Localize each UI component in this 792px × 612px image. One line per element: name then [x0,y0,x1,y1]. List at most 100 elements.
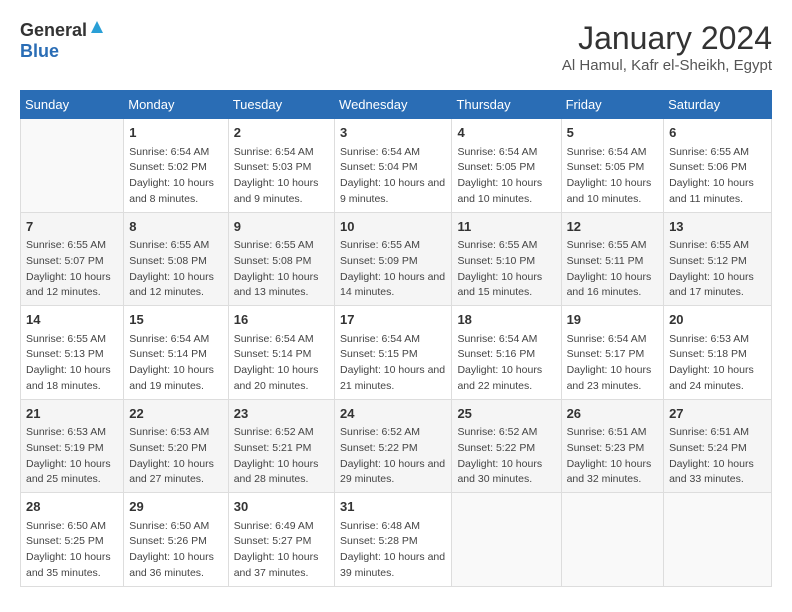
day-cell: 10Sunrise: 6:55 AMSunset: 5:09 PMDayligh… [335,212,452,306]
col-friday: Friday [561,91,664,119]
day-cell: 5Sunrise: 6:54 AMSunset: 5:05 PMDaylight… [561,119,664,213]
day-number: 23 [234,404,329,424]
day-cell: 23Sunrise: 6:52 AMSunset: 5:21 PMDayligh… [228,399,334,493]
day-cell: 22Sunrise: 6:53 AMSunset: 5:20 PMDayligh… [124,399,228,493]
logo: General Blue [20,20,104,62]
day-info: Sunrise: 6:54 AMSunset: 5:05 PMDaylight:… [567,145,659,208]
day-cell: 20Sunrise: 6:53 AMSunset: 5:18 PMDayligh… [664,306,772,400]
day-info: Sunrise: 6:55 AMSunset: 5:08 PMDaylight:… [129,238,222,301]
day-cell: 30Sunrise: 6:49 AMSunset: 5:27 PMDayligh… [228,493,334,587]
calendar-header: Sunday Monday Tuesday Wednesday Thursday… [21,91,772,119]
location: Al Hamul, Kafr el-Sheikh, Egypt [562,57,772,74]
day-info: Sunrise: 6:55 AMSunset: 5:09 PMDaylight:… [340,238,446,301]
day-info: Sunrise: 6:50 AMSunset: 5:26 PMDaylight:… [129,519,222,582]
day-cell: 4Sunrise: 6:54 AMSunset: 5:05 PMDaylight… [452,119,561,213]
day-number: 1 [129,123,222,143]
day-info: Sunrise: 6:51 AMSunset: 5:24 PMDaylight:… [669,425,766,488]
day-cell: 24Sunrise: 6:52 AMSunset: 5:22 PMDayligh… [335,399,452,493]
day-cell [452,493,561,587]
day-cell: 3Sunrise: 6:54 AMSunset: 5:04 PMDaylight… [335,119,452,213]
day-number: 19 [567,310,659,330]
day-cell: 21Sunrise: 6:53 AMSunset: 5:19 PMDayligh… [21,399,124,493]
day-number: 29 [129,497,222,517]
day-number: 9 [234,217,329,237]
col-monday: Monday [124,91,228,119]
day-cell: 18Sunrise: 6:54 AMSunset: 5:16 PMDayligh… [452,306,561,400]
day-cell: 31Sunrise: 6:48 AMSunset: 5:28 PMDayligh… [335,493,452,587]
day-info: Sunrise: 6:55 AMSunset: 5:06 PMDaylight:… [669,145,766,208]
day-info: Sunrise: 6:48 AMSunset: 5:28 PMDaylight:… [340,519,446,582]
day-info: Sunrise: 6:54 AMSunset: 5:02 PMDaylight:… [129,145,222,208]
day-cell: 25Sunrise: 6:52 AMSunset: 5:22 PMDayligh… [452,399,561,493]
day-cell: 26Sunrise: 6:51 AMSunset: 5:23 PMDayligh… [561,399,664,493]
day-cell: 9Sunrise: 6:55 AMSunset: 5:08 PMDaylight… [228,212,334,306]
day-number: 16 [234,310,329,330]
day-number: 18 [457,310,555,330]
day-info: Sunrise: 6:54 AMSunset: 5:03 PMDaylight:… [234,145,329,208]
day-info: Sunrise: 6:53 AMSunset: 5:19 PMDaylight:… [26,425,118,488]
day-number: 26 [567,404,659,424]
day-number: 28 [26,497,118,517]
day-cell: 17Sunrise: 6:54 AMSunset: 5:15 PMDayligh… [335,306,452,400]
day-number: 2 [234,123,329,143]
month-title: January 2024 [562,20,772,57]
day-number: 13 [669,217,766,237]
day-info: Sunrise: 6:54 AMSunset: 5:17 PMDaylight:… [567,332,659,395]
calendar-table: Sunday Monday Tuesday Wednesday Thursday… [20,90,772,587]
day-number: 24 [340,404,446,424]
day-cell [21,119,124,213]
col-tuesday: Tuesday [228,91,334,119]
day-number: 12 [567,217,659,237]
day-info: Sunrise: 6:54 AMSunset: 5:04 PMDaylight:… [340,145,446,208]
day-number: 10 [340,217,446,237]
day-cell [561,493,664,587]
col-sunday: Sunday [21,91,124,119]
logo-blue: Blue [20,41,59,61]
week-row-2: 7Sunrise: 6:55 AMSunset: 5:07 PMDaylight… [21,212,772,306]
calendar-body: 1Sunrise: 6:54 AMSunset: 5:02 PMDaylight… [21,119,772,587]
day-cell: 15Sunrise: 6:54 AMSunset: 5:14 PMDayligh… [124,306,228,400]
day-info: Sunrise: 6:54 AMSunset: 5:15 PMDaylight:… [340,332,446,395]
day-info: Sunrise: 6:55 AMSunset: 5:11 PMDaylight:… [567,238,659,301]
day-info: Sunrise: 6:54 AMSunset: 5:16 PMDaylight:… [457,332,555,395]
day-info: Sunrise: 6:54 AMSunset: 5:05 PMDaylight:… [457,145,555,208]
day-cell: 29Sunrise: 6:50 AMSunset: 5:26 PMDayligh… [124,493,228,587]
day-number: 7 [26,217,118,237]
day-cell: 13Sunrise: 6:55 AMSunset: 5:12 PMDayligh… [664,212,772,306]
day-info: Sunrise: 6:51 AMSunset: 5:23 PMDaylight:… [567,425,659,488]
day-number: 14 [26,310,118,330]
page-header: General Blue January 2024 Al Hamul, Kafr… [20,20,772,74]
day-cell: 14Sunrise: 6:55 AMSunset: 5:13 PMDayligh… [21,306,124,400]
day-number: 20 [669,310,766,330]
day-info: Sunrise: 6:49 AMSunset: 5:27 PMDaylight:… [234,519,329,582]
day-info: Sunrise: 6:52 AMSunset: 5:21 PMDaylight:… [234,425,329,488]
day-cell: 27Sunrise: 6:51 AMSunset: 5:24 PMDayligh… [664,399,772,493]
day-number: 21 [26,404,118,424]
day-info: Sunrise: 6:55 AMSunset: 5:10 PMDaylight:… [457,238,555,301]
col-saturday: Saturday [664,91,772,119]
day-info: Sunrise: 6:54 AMSunset: 5:14 PMDaylight:… [129,332,222,395]
day-cell [664,493,772,587]
day-number: 11 [457,217,555,237]
day-cell: 6Sunrise: 6:55 AMSunset: 5:06 PMDaylight… [664,119,772,213]
day-number: 5 [567,123,659,143]
col-wednesday: Wednesday [335,91,452,119]
day-info: Sunrise: 6:55 AMSunset: 5:12 PMDaylight:… [669,238,766,301]
day-cell: 1Sunrise: 6:54 AMSunset: 5:02 PMDaylight… [124,119,228,213]
day-cell: 19Sunrise: 6:54 AMSunset: 5:17 PMDayligh… [561,306,664,400]
day-number: 22 [129,404,222,424]
day-number: 6 [669,123,766,143]
day-cell: 28Sunrise: 6:50 AMSunset: 5:25 PMDayligh… [21,493,124,587]
day-info: Sunrise: 6:52 AMSunset: 5:22 PMDaylight:… [340,425,446,488]
logo-triangle-icon [90,20,104,39]
week-row-1: 1Sunrise: 6:54 AMSunset: 5:02 PMDaylight… [21,119,772,213]
week-row-4: 21Sunrise: 6:53 AMSunset: 5:19 PMDayligh… [21,399,772,493]
day-cell: 2Sunrise: 6:54 AMSunset: 5:03 PMDaylight… [228,119,334,213]
title-block: January 2024 Al Hamul, Kafr el-Sheikh, E… [562,20,772,74]
day-info: Sunrise: 6:55 AMSunset: 5:13 PMDaylight:… [26,332,118,395]
week-row-5: 28Sunrise: 6:50 AMSunset: 5:25 PMDayligh… [21,493,772,587]
day-info: Sunrise: 6:55 AMSunset: 5:07 PMDaylight:… [26,238,118,301]
day-cell: 7Sunrise: 6:55 AMSunset: 5:07 PMDaylight… [21,212,124,306]
day-cell: 11Sunrise: 6:55 AMSunset: 5:10 PMDayligh… [452,212,561,306]
day-info: Sunrise: 6:54 AMSunset: 5:14 PMDaylight:… [234,332,329,395]
